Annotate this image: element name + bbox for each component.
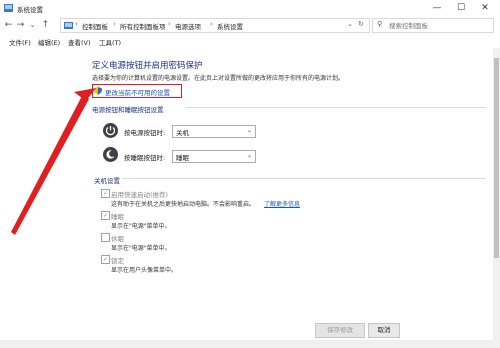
status-bar [0, 340, 500, 348]
breadcrumb-control-panel[interactable]: 控制面板 [82, 21, 108, 31]
page-description: 选择要为你的计算机设置的电源设置。在此页上对设置所做的更改将应用于你所有的电源计… [92, 75, 345, 82]
power-section-heading: 电源按钮和睡眠按钮设置 [92, 106, 164, 114]
cancel-button[interactable]: 取消 [368, 323, 400, 338]
sleep-desc: 显示在"电源"菜单中。 [111, 223, 171, 230]
change-unavailable-settings-link[interactable]: 更改当前不可用的设置 [92, 84, 182, 98]
window-title: 系统设置 [17, 6, 43, 14]
hibernate-label: 休眠 [111, 235, 124, 243]
uac-shield-icon [94, 87, 102, 95]
sleep-label: 睡眠 [111, 213, 124, 221]
fast-startup-label: 启用快速启动(推荐) [111, 191, 169, 199]
title-bar: 系统设置 — ☐ ✕ [0, 0, 500, 16]
lock-label: 锁定 [111, 257, 124, 265]
forward-button[interactable]: → [15, 19, 26, 31]
learn-more-link[interactable]: 了解更多信息 [264, 199, 300, 208]
minimize-button[interactable]: — [426, 0, 448, 16]
sleep-checkbox[interactable]: ✓ [101, 211, 110, 220]
sleep-button-icon [103, 147, 118, 162]
menu-file[interactable]: 文件(F) [9, 37, 31, 47]
sleep-button-action-select[interactable]: 睡眠 ⌄ [172, 150, 256, 163]
hibernate-desc: 显示在"电源"菜单中。 [111, 245, 171, 252]
back-button[interactable]: ← [3, 19, 14, 31]
control-panel-icon [64, 22, 73, 29]
page-title: 定义电源按钮并启用密码保护 [92, 61, 203, 71]
chevron-right-icon: › [113, 20, 116, 28]
chevron-down-icon: ⌄ [246, 152, 252, 159]
lock-desc: 显示在用户头像菜单中。 [111, 267, 178, 274]
sleep-button-label: 按睡眠按钮时: [124, 154, 166, 162]
chevron-down-icon: ⌄ [246, 127, 252, 134]
breadcrumb-power-options[interactable]: 电源选项 [175, 21, 201, 31]
vertical-scrollbar[interactable] [493, 48, 500, 340]
maximize-button[interactable]: ☐ [450, 0, 472, 16]
search-input[interactable] [373, 19, 477, 32]
scrollbar-thumb[interactable] [494, 58, 499, 258]
power-button-action-value: 关机 [176, 129, 189, 137]
control-panel-icon [4, 4, 13, 12]
section-divider [122, 178, 486, 179]
power-button-label: 按电源按钮时: [124, 129, 166, 137]
chevron-right-icon: › [168, 20, 171, 28]
breadcrumb-system-settings[interactable]: 系统设置 [217, 21, 243, 31]
menu-tools[interactable]: 工具(T) [99, 37, 121, 47]
power-button-icon [103, 123, 118, 138]
chevron-right-icon: › [210, 20, 213, 28]
section-divider [186, 107, 486, 108]
power-button-action-select[interactable]: 关机 ⌄ [172, 125, 256, 138]
fast-startup-desc: 这有助于在关机之后更快地启动电脑。不会影响重启。 [111, 201, 256, 208]
breadcrumb-all-items[interactable]: 所有控制面板项 [120, 21, 166, 31]
address-bar[interactable]: › 控制面板 › 所有控制面板项 › 电源选项 › 系统设置 ⌄ ↻ [60, 18, 370, 33]
hibernate-checkbox[interactable] [101, 233, 110, 242]
change-link-label[interactable]: 更改当前不可用的设置 [105, 87, 170, 97]
search-box[interactable]: ⚲ [372, 18, 494, 33]
up-button[interactable]: ↑ [40, 19, 51, 31]
menu-view[interactable]: 查看(V) [68, 37, 91, 47]
sleep-button-action-value: 睡眠 [176, 154, 189, 162]
annotation-arrow [11, 88, 96, 235]
shutdown-section-heading: 关机设置 [94, 177, 120, 185]
fast-startup-checkbox[interactable]: ✓ [101, 189, 110, 198]
lock-checkbox[interactable]: ✓ [101, 255, 110, 264]
menu-bar: 文件(F) 编辑(E) 查看(V) 工具(T) [0, 35, 500, 47]
address-row: ← → ⌄ ↑ › 控制面板 › 所有控制面板项 › 电源选项 › 系统设置 ⌄… [0, 17, 500, 33]
save-changes-button[interactable]: 保存修改 [315, 323, 365, 338]
chevron-down-icon[interactable]: ⌄ [347, 20, 353, 28]
chevron-right-icon: › [75, 20, 78, 28]
recent-dropdown-button[interactable]: ⌄ [27, 19, 38, 31]
close-button[interactable]: ✕ [474, 0, 496, 16]
menu-edit[interactable]: 编辑(E) [38, 37, 60, 47]
refresh-icon[interactable]: ↻ [358, 20, 364, 28]
